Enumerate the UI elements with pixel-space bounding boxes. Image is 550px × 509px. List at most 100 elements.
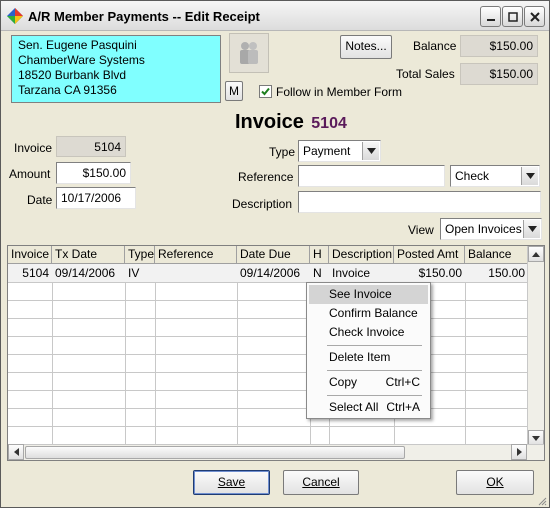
heading-text: Invoice [235,111,304,133]
description-input[interactable] [298,191,541,213]
total-sales-value: $150.00 [460,63,538,85]
balance-value: $150.00 [460,35,538,57]
invoice-heading: Invoice 5104 [235,111,347,134]
grid-col-line [125,264,126,446]
grid-row-line [8,300,528,301]
grid-row-line [8,354,528,355]
date-label: Date [27,193,53,207]
resize-grip-icon[interactable] [537,495,547,506]
scroll-right-button[interactable] [511,444,527,460]
menu-item-label: See Invoice [329,287,392,301]
cell-tx-date: 09/14/2006 [55,266,116,280]
chevron-down-icon[interactable] [523,220,540,238]
balance-label: Balance [413,39,457,53]
vertical-scrollbar[interactable] [527,246,544,446]
invoice-grid[interactable]: Invoice Tx Date Type Reference Date Due … [7,245,545,461]
member-company: ChamberWare Systems [18,53,145,67]
save-label: Save [217,475,246,489]
chevron-down-icon [532,435,540,441]
member-name: Sen. Eugene Pasquini [18,38,137,52]
menu-item-label: Confirm Balance [329,306,418,320]
check-icon [261,87,270,96]
menu-separator [327,345,422,346]
cell-reference [155,264,237,282]
menu-item-check-invoice[interactable]: Check Invoice [309,323,428,342]
col-header-description[interactable]: Description [329,246,394,264]
view-value: Open Invoices [445,222,522,236]
save-button[interactable]: Save [193,470,270,495]
grid-col-line [155,264,156,446]
cell-balance: 150.00 [488,266,525,280]
cell-hold: N [313,266,322,280]
menu-item-select-all[interactable]: Select All Ctrl+A [309,398,428,417]
col-header-balance[interactable]: Balance [465,246,528,264]
menu-item-confirm-balance[interactable]: Confirm Balance [309,304,428,323]
amount-input[interactable]: $150.00 [56,162,131,184]
scroll-left-button[interactable] [8,444,24,460]
member-photo-button[interactable] [229,33,269,73]
grid-col-line [52,264,53,446]
minimize-button[interactable] [480,6,501,27]
total-sales-label: Total Sales [396,67,455,81]
menu-separator [327,370,422,371]
view-select[interactable]: Open Invoices [440,218,542,240]
col-header-invoice[interactable]: Invoice [8,246,52,264]
chevron-right-icon [516,448,522,456]
col-header-tx-date[interactable]: Tx Date [52,246,125,264]
menu-item-copy[interactable]: Copy Ctrl+C [309,373,428,392]
type-value: Payment [303,144,351,158]
chevron-down-icon[interactable] [362,142,379,160]
reference-input[interactable] [298,165,445,187]
payment-method-select[interactable]: Check [450,165,540,187]
member-m-button[interactable]: M [225,81,243,101]
close-button[interactable] [524,6,545,27]
table-row[interactable]: 5104 09/14/2006 IV 09/14/2006 N Invoice … [8,264,528,282]
heading-number: 5104 [311,115,347,132]
chevron-up-icon [532,251,540,257]
ok-button[interactable]: OK [456,470,534,495]
grid-header: Invoice Tx Date Type Reference Date Due … [8,246,528,264]
cell-date-due: 09/14/2006 [240,266,301,280]
maximize-button[interactable] [502,6,523,27]
menu-item-shortcut: Ctrl+C [385,375,420,389]
type-select[interactable]: Payment [298,140,381,162]
member-street: 18520 Burbank Blvd [18,68,127,82]
menu-item-label: Check Invoice [329,325,405,339]
cancel-label: Cancel [302,475,340,489]
follow-checkbox[interactable] [259,85,272,98]
grid-col-line [465,264,466,446]
window-title: A/R Member Payments -- Edit Receipt [28,9,260,24]
app-window: A/R Member Payments -- Edit Receipt Sen.… [0,0,550,508]
menu-item-see-invoice[interactable]: See Invoice [309,285,428,304]
type-label: Type [269,145,296,159]
col-header-reference[interactable]: Reference [155,246,237,264]
amount-label: Amount [9,167,51,181]
col-header-posted-amt[interactable]: Posted Amt [394,246,465,264]
notes-button[interactable]: Notes... [340,35,392,59]
col-header-date-due[interactable]: Date Due [237,246,310,264]
col-header-hold[interactable]: H [310,246,329,264]
app-diamond-icon [7,8,23,24]
grid-row-line [8,336,528,337]
title-bar[interactable]: A/R Member Payments -- Edit Receipt [1,1,549,31]
menu-item-label: Select All [329,400,379,414]
horizontal-scroll-thumb[interactable] [25,446,405,459]
grid-row-line [8,282,528,283]
scroll-up-button[interactable] [528,246,544,262]
reference-label: Reference [238,170,294,184]
grid-col-line [237,264,238,446]
ok-label: OK [486,475,504,489]
date-input[interactable]: 10/17/2006 [56,187,136,209]
chevron-down-icon[interactable] [521,167,538,185]
member-city: Tarzana CA 91356 [18,83,117,97]
cell-description: Invoice [332,266,371,280]
cancel-button[interactable]: Cancel [283,470,359,495]
invoice-label: Invoice [14,141,53,155]
col-header-type[interactable]: Type [125,246,155,264]
menu-item-label: Copy [329,375,358,389]
menu-item-label: Delete Item [329,350,391,364]
grid-row-line [8,318,528,319]
view-label: View [408,223,434,237]
horizontal-scrollbar[interactable] [8,444,544,460]
menu-item-delete-item[interactable]: Delete Item [309,348,428,367]
